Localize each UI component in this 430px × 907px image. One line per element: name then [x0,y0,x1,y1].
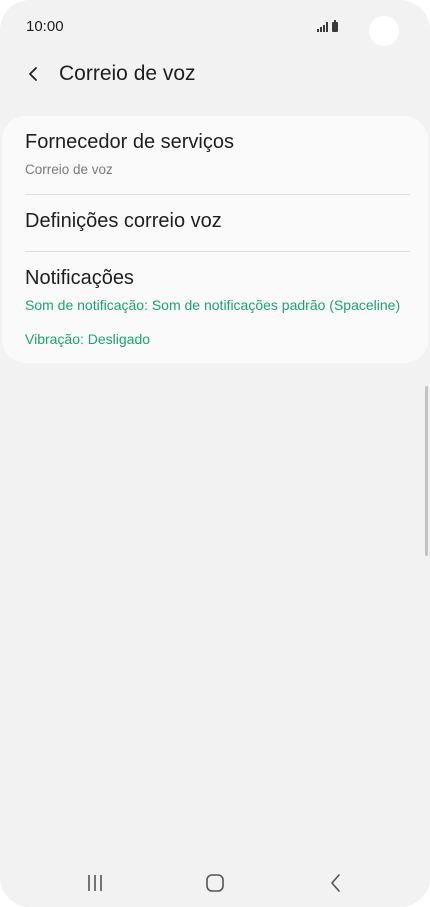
status-icons [317,20,338,32]
settings-item-notifications[interactable]: Notificações Som de notificação: Som de … [2,252,428,363]
nav-back-button[interactable] [324,872,348,894]
home-button[interactable] [203,872,227,894]
chevron-left-icon [29,67,37,81]
page-title: Correio de voz [59,62,196,85]
app-header: Correio de voz [0,54,430,98]
home-icon [206,874,224,892]
vibration-value: Vibração: Desligado [25,331,151,347]
recents-button[interactable] [83,872,107,894]
signal-icon [317,22,328,32]
settings-card: Fornecedor de serviços Correio de voz De… [2,116,428,363]
settings-item-subtitle: Correio de voz [25,162,113,177]
scrollbar[interactable] [425,386,428,556]
settings-item-title: Definições correio voz [25,210,222,232]
phone-screen: 10:00 Correio de voz Fornecedor de servi… [0,0,430,907]
settings-item-service-provider[interactable]: Fornecedor de serviços Correio de voz [2,116,428,194]
status-time: 10:00 [26,18,64,35]
recents-icon [88,875,102,891]
back-button[interactable] [22,62,46,86]
navigation-bar [0,858,430,907]
back-icon [331,874,340,892]
settings-item-title: Notificações [25,267,134,289]
notification-sound-value: Som de notificação: Som de notificações … [25,297,401,313]
battery-icon [332,20,338,32]
settings-item-title: Fornecedor de serviços [25,131,234,153]
settings-item-voicemail-settings[interactable]: Definições correio voz [2,195,428,251]
camera-cutout [369,16,399,46]
status-bar: 10:00 [0,0,430,54]
